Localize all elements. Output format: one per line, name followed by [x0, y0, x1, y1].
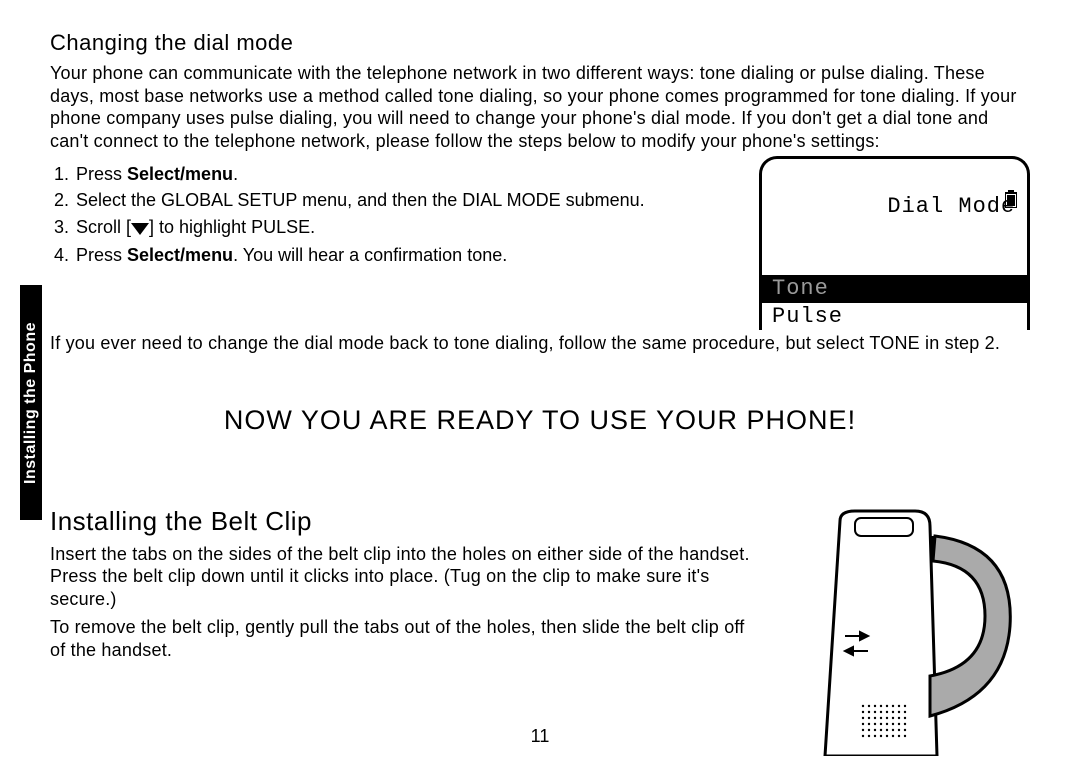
phone-screen-illustration: Dial Mode Tone Pulse [759, 156, 1030, 330]
ready-headline: NOW YOU ARE READY TO USE YOUR PHONE! [50, 405, 1030, 436]
step-4: Press Select/menu. You will hear a confi… [74, 243, 739, 267]
screen-title-row: Dial Mode [762, 165, 1027, 275]
manual-page: Installing the Phone Changing the dial m… [0, 0, 1080, 759]
heading-belt-clip: Installing the Belt Clip [50, 506, 765, 537]
page-number: 11 [0, 726, 1080, 747]
dial-steps-area: Press Select/menu. Select the GLOBAL SET… [50, 158, 1030, 330]
down-arrow-icon [131, 217, 149, 241]
section-tab: Installing the Phone [20, 285, 42, 520]
heading-dial-mode: Changing the dial mode [50, 30, 1030, 56]
step-1: Press Select/menu. [74, 162, 739, 186]
screen-option-pulse: Pulse [762, 303, 1027, 331]
belt-text: Installing the Belt Clip Insert the tabs… [50, 506, 765, 668]
step-1-text-c: . [233, 164, 238, 184]
dial-intro-paragraph: Your phone can communicate with the tele… [50, 62, 1030, 152]
screen-option-tone: Tone [762, 275, 1027, 303]
dial-note: If you ever need to change the dial mode… [50, 332, 1030, 355]
step-4-text-a: Press [76, 245, 127, 265]
belt-clip-section: Installing the Belt Clip Insert the tabs… [50, 506, 1030, 756]
belt-p2: To remove the belt clip, gently pull the… [50, 616, 765, 661]
step-1-text-a: Press [76, 164, 127, 184]
belt-p1: Insert the tabs on the sides of the belt… [50, 543, 765, 611]
step-4-text-c: . You will hear a confirmation tone. [233, 245, 507, 265]
step-3-text-b: ] to highlight PULSE. [149, 217, 315, 237]
step-3-text-a: Scroll [ [76, 217, 131, 237]
battery-icon [945, 167, 1017, 236]
belt-clip-illustration [785, 506, 1030, 756]
step-2: Select the GLOBAL SETUP menu, and then t… [74, 188, 739, 212]
step-3: Scroll [ ] to highlight PULSE. [74, 215, 739, 241]
dial-steps-list: Press Select/menu. Select the GLOBAL SET… [50, 162, 739, 269]
step-4-bold: Select/menu [127, 245, 233, 265]
step-1-bold: Select/menu [127, 164, 233, 184]
